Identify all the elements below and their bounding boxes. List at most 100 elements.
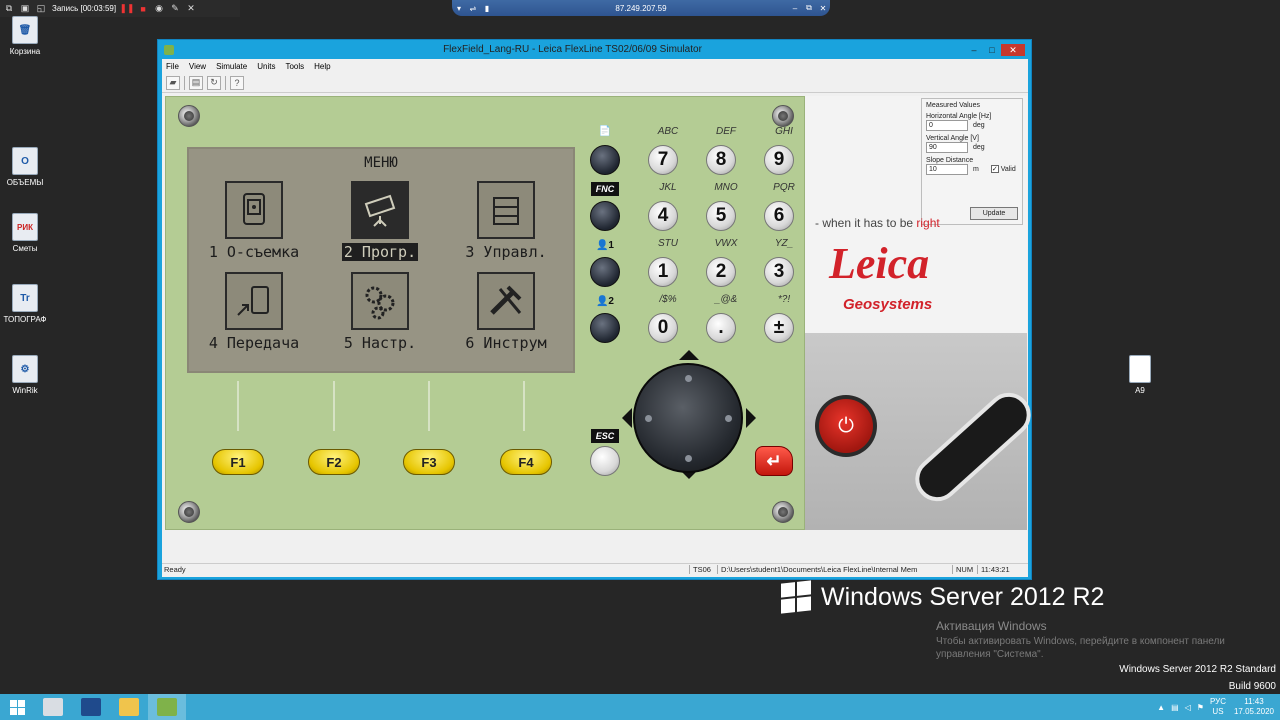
key-8[interactable]: 8 bbox=[706, 145, 736, 175]
language-indicator[interactable]: РУС US bbox=[1210, 697, 1226, 717]
sd-input[interactable]: 10 bbox=[926, 164, 968, 175]
page-button[interactable] bbox=[590, 145, 620, 175]
key-6[interactable]: 6 bbox=[764, 201, 794, 231]
navigation-pad[interactable] bbox=[633, 363, 743, 473]
help-icon[interactable]: ? bbox=[230, 75, 244, 90]
menu-item-tools[interactable]: 6 Инструм bbox=[441, 272, 571, 352]
open-folder-icon[interactable]: ▰ bbox=[166, 75, 180, 90]
status-time: 11:43:21 bbox=[977, 565, 1010, 574]
menu-item-settings[interactable]: 5 Настр. bbox=[315, 272, 445, 352]
menu-item-manage[interactable]: 3 Управл. bbox=[441, 181, 571, 261]
network-icon[interactable]: ▤ bbox=[1171, 703, 1179, 712]
key-dot[interactable]: . bbox=[706, 313, 736, 343]
valid-checkbox[interactable]: ✓ bbox=[990, 165, 999, 173]
menu-item-programs[interactable]: 2 Прогр. bbox=[315, 181, 445, 261]
desktop-icon-a9[interactable]: А9 bbox=[1115, 355, 1165, 395]
taskbar-simulator[interactable] bbox=[148, 694, 186, 720]
menu-item-surveying[interactable]: 1 О-съемка bbox=[189, 181, 319, 261]
selected-label: 2 Прогр. bbox=[341, 243, 419, 261]
monitor-icon[interactable]: ▣ bbox=[20, 3, 30, 14]
fnc-button[interactable] bbox=[590, 201, 620, 231]
key-7[interactable]: 7 bbox=[648, 145, 678, 175]
key-plus-minus[interactable]: ± bbox=[764, 313, 794, 343]
status-ready: Ready bbox=[164, 565, 186, 574]
pen-icon[interactable]: ✎ bbox=[170, 3, 180, 14]
desktop-icon-winrik[interactable]: ⚙ WinRik bbox=[0, 355, 50, 395]
tray-expand-icon[interactable]: ▲ bbox=[1157, 703, 1165, 712]
status-model: TS06 bbox=[689, 565, 711, 574]
clock-date: 17.05.2020 bbox=[1233, 707, 1275, 716]
key-9[interactable]: 9 bbox=[764, 145, 794, 175]
screw-icon bbox=[178, 105, 200, 127]
start-button[interactable] bbox=[0, 694, 34, 720]
function-key-guide bbox=[237, 381, 239, 431]
camera-icon[interactable]: ◉ bbox=[154, 3, 164, 14]
pin-icon[interactable]: ▾ bbox=[452, 4, 466, 13]
nav-up-button[interactable] bbox=[685, 375, 692, 382]
volume-icon[interactable]: ◁ bbox=[1185, 703, 1191, 712]
esc-key[interactable] bbox=[590, 446, 620, 476]
desktop-icon-topograf[interactable]: Tr ТОПОГРАФ bbox=[0, 284, 50, 324]
power-button[interactable]: ⏻ bbox=[815, 395, 877, 457]
clock[interactable]: 11:43 17.05.2020 bbox=[1232, 697, 1276, 717]
esc-label: ESC bbox=[591, 429, 619, 443]
v-input[interactable]: 90 bbox=[926, 142, 968, 153]
close-button[interactable]: ✕ bbox=[1001, 43, 1025, 56]
hz-input[interactable]: 0 bbox=[926, 120, 968, 131]
title-bar[interactable]: FlexField_Lang-RU - Leica FlexLine TS02/… bbox=[158, 40, 1031, 59]
menu-item-transfer[interactable]: 4 Передача bbox=[189, 272, 319, 352]
stop-icon[interactable]: ■ bbox=[138, 4, 148, 14]
nav-left-button[interactable] bbox=[645, 415, 652, 422]
menu-tools[interactable]: Tools bbox=[285, 62, 304, 71]
simulator-window: FlexField_Lang-RU - Leica FlexLine TS02/… bbox=[157, 39, 1040, 580]
key-1[interactable]: 1 bbox=[648, 257, 678, 287]
key-5[interactable]: 5 bbox=[706, 201, 736, 231]
desktop-icon-objemy[interactable]: O ОБЪЕМЫ bbox=[0, 147, 50, 187]
key-2[interactable]: 2 bbox=[706, 257, 736, 287]
update-button[interactable]: Update bbox=[970, 207, 1018, 220]
f3-key[interactable]: F3 bbox=[403, 449, 455, 475]
taskbar-server-manager[interactable] bbox=[34, 694, 72, 720]
enter-key[interactable]: ↵ bbox=[755, 446, 793, 476]
rdp-close-button[interactable]: ✕ bbox=[816, 4, 830, 13]
f2-key[interactable]: F2 bbox=[308, 449, 360, 475]
display-icon[interactable]: ▤ bbox=[189, 75, 203, 90]
lang-bottom: US bbox=[1212, 707, 1224, 716]
lcd-display: МЕНЮ 1 О-съемка 2 Прогр. 3 Управл. 4 Пер… bbox=[187, 147, 575, 373]
nav-right-button[interactable] bbox=[725, 415, 732, 422]
user1-button[interactable] bbox=[590, 257, 620, 287]
tagline-text: - when it has to be bbox=[815, 216, 917, 230]
handle-grip bbox=[906, 383, 1040, 511]
powershell-icon bbox=[81, 698, 101, 716]
window-icon[interactable]: ⧉ bbox=[4, 3, 14, 14]
maximize-button[interactable]: □ bbox=[983, 44, 1001, 56]
rdp-restore-button[interactable]: ⧉ bbox=[802, 3, 816, 13]
flag-icon[interactable]: ⚑ bbox=[1197, 703, 1204, 712]
menu-simulate[interactable]: Simulate bbox=[216, 62, 247, 71]
f4-key[interactable]: F4 bbox=[500, 449, 552, 475]
user1-icon: 👤1 bbox=[595, 239, 614, 251]
menu-units[interactable]: Units bbox=[257, 62, 275, 71]
key-3[interactable]: 3 bbox=[764, 257, 794, 287]
region-icon[interactable]: ◱ bbox=[36, 3, 46, 14]
pause-icon[interactable]: ❚❚ bbox=[120, 3, 135, 14]
refresh-icon[interactable]: ↻ bbox=[207, 75, 221, 90]
menu-help[interactable]: Help bbox=[314, 62, 330, 71]
key-4[interactable]: 4 bbox=[648, 201, 678, 231]
menu-view[interactable]: View bbox=[189, 62, 206, 71]
key-letters: DEF bbox=[716, 126, 736, 137]
f1-key[interactable]: F1 bbox=[212, 449, 264, 475]
user2-icon: 👤2 bbox=[595, 295, 614, 307]
window-client: File View Simulate Units Tools Help ▰ ▤ … bbox=[162, 59, 1040, 577]
user2-button[interactable] bbox=[590, 313, 620, 343]
key-0[interactable]: 0 bbox=[648, 313, 678, 343]
minimize-button[interactable]: – bbox=[965, 44, 983, 56]
desktop-icon-recycle-bin[interactable]: 🗑 Корзина bbox=[0, 16, 50, 56]
desktop-icon-smety[interactable]: РИК Сметы bbox=[0, 213, 50, 253]
close-icon[interactable]: ✕ bbox=[186, 3, 196, 14]
taskbar-powershell[interactable] bbox=[72, 694, 110, 720]
nav-down-button[interactable] bbox=[685, 455, 692, 462]
menu-file[interactable]: File bbox=[166, 62, 179, 71]
rdp-minimize-button[interactable]: – bbox=[788, 4, 802, 13]
taskbar-explorer[interactable] bbox=[110, 694, 148, 720]
